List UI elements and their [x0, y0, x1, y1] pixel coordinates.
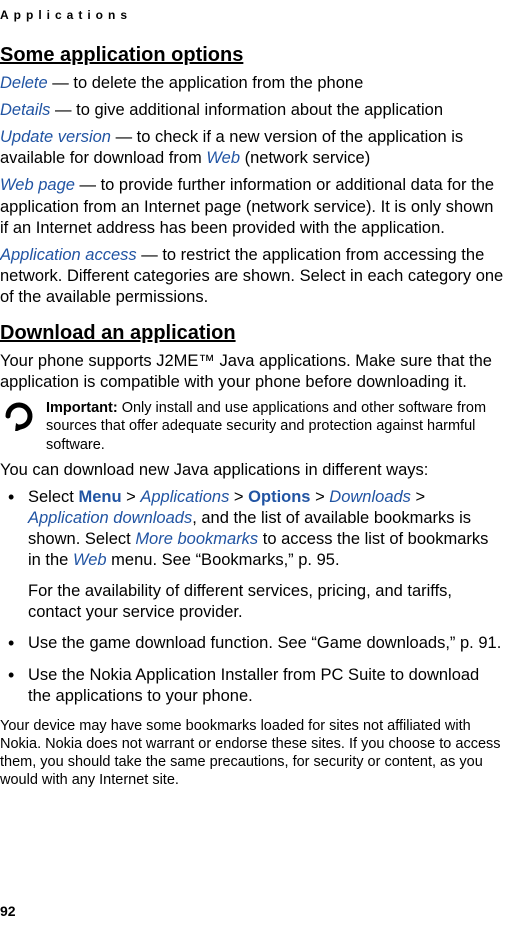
b1-subnote: For the availability of different servic… [28, 581, 505, 623]
section-heading-options: Some application options [0, 44, 505, 67]
b1-end: menu. See “Bookmarks,” p. 95. [107, 551, 340, 569]
option-web-page: Web page — to provide further informatio… [0, 175, 505, 238]
option-app-access: Application access — to restrict the app… [0, 245, 505, 308]
options-link: Options [248, 488, 310, 506]
applications-link: Applications [140, 488, 229, 506]
page-number: 92 [0, 903, 16, 919]
important-icon [2, 399, 36, 453]
sep1: > [122, 488, 141, 506]
list-item: Use the Nokia Application Installer from… [28, 665, 505, 707]
section-heading-download: Download an application [0, 322, 505, 345]
download-intro: Your phone supports J2ME™ Java applicati… [0, 351, 505, 393]
app-downloads-link: Application downloads [28, 509, 192, 527]
chapter-header: Applications [0, 8, 505, 22]
term-delete: Delete [0, 74, 48, 92]
link-web-1: Web [206, 149, 240, 167]
important-text-block: Important: Only install and use applicat… [46, 399, 505, 453]
list-item: Select Menu > Applications > Options > D… [28, 487, 505, 624]
option-update-version: Update version — to check if a new versi… [0, 127, 505, 169]
web-link-2: Web [73, 551, 107, 569]
desc-update-b: (network service) [240, 149, 370, 167]
download-lead: You can download new Java applications i… [0, 460, 505, 481]
option-details: Details — to give additional information… [0, 100, 505, 121]
desc-delete: — to delete the application from the pho… [48, 74, 364, 92]
list-item: Use the game download function. See “Gam… [28, 633, 505, 654]
term-details: Details [0, 101, 50, 119]
menu-link: Menu [78, 488, 121, 506]
download-methods-list: Select Menu > Applications > Options > D… [0, 487, 505, 707]
fineprint-disclaimer: Your device may have some bookmarks load… [0, 717, 505, 790]
option-delete: Delete — to delete the application from … [0, 73, 505, 94]
b1-pre: Select [28, 488, 78, 506]
sep3: > [310, 488, 329, 506]
desc-details: — to give additional information about t… [50, 101, 443, 119]
term-web-page: Web page [0, 176, 75, 194]
sep4: > [411, 488, 425, 506]
desc-web-page: — to provide further information or addi… [0, 176, 494, 236]
more-bookmarks-link: More bookmarks [135, 530, 258, 548]
important-label: Important: [46, 400, 118, 416]
term-update-version: Update version [0, 128, 111, 146]
downloads-link: Downloads [329, 488, 411, 506]
sep2: > [229, 488, 248, 506]
important-note: Important: Only install and use applicat… [2, 399, 505, 453]
term-app-access: Application access [0, 246, 137, 264]
